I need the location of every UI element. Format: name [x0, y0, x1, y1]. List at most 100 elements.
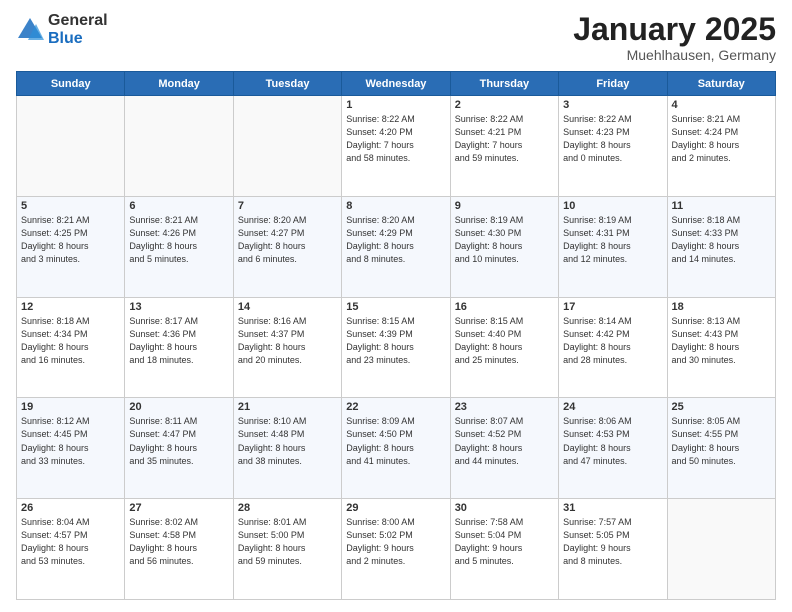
col-wednesday: Wednesday — [342, 72, 450, 96]
calendar-cell: 14 Sunrise: 8:16 AM Sunset: 4:37 PM Dayli… — [233, 297, 341, 398]
calendar-cell: 15 Sunrise: 8:15 AM Sunset: 4:39 PM Dayli… — [342, 297, 450, 398]
day-number: 14 — [238, 301, 337, 313]
logo-general: General — [48, 12, 108, 30]
day-info: Sunrise: 8:18 AM Sunset: 4:34 PM Dayligh… — [21, 315, 120, 367]
day-info: Sunrise: 8:20 AM Sunset: 4:29 PM Dayligh… — [346, 214, 445, 266]
calendar-cell — [667, 499, 775, 600]
day-number: 9 — [455, 200, 554, 212]
calendar-cell: 8Sunrise: 8:20 AM Sunset: 4:29 PM Daylig… — [342, 196, 450, 297]
col-sunday: Sunday — [17, 72, 125, 96]
logo: General Blue — [16, 12, 108, 47]
calendar-cell: 12 Sunrise: 8:18 AM Sunset: 4:34 PM Dayli… — [17, 297, 125, 398]
day-number: 22 — [346, 401, 445, 413]
col-monday: Monday — [125, 72, 233, 96]
calendar-cell: 18Sunrise: 8:13 AM Sunset: 4:43 PM Dayli… — [667, 297, 775, 398]
calendar-week-2: 5 Sunrise: 8:21 AM Sunset: 4:25 PM Daylig… — [17, 196, 776, 297]
day-info: Sunrise: 8:17 AM Sunset: 4:36 PM Dayligh… — [129, 315, 228, 367]
day-number: 21 — [238, 401, 337, 413]
day-info: Sunrise: 8:07 AM Sunset: 4:52 PM Dayligh… — [455, 415, 554, 467]
calendar-cell: 6Sunrise: 8:21 AM Sunset: 4:26 PM Daylig… — [125, 196, 233, 297]
day-number: 10 — [563, 200, 662, 212]
calendar-cell: 2 Sunrise: 8:22 AM Sunset: 4:21 PM Daylig… — [450, 96, 558, 197]
calendar-week-5: 26 Sunrise: 8:04 AM Sunset: 4:57 PM Dayli… — [17, 499, 776, 600]
day-info: Sunrise: 8:12 AM Sunset: 4:45 PM Dayligh… — [21, 415, 120, 467]
day-info: Sunrise: 8:01 AM Sunset: 5:00 PM Dayligh… — [238, 516, 337, 568]
calendar-cell: 27 Sunrise: 8:02 AM Sunset: 4:58 PM Dayli… — [125, 499, 233, 600]
calendar-cell: 10Sunrise: 8:19 AM Sunset: 4:31 PM Dayli… — [559, 196, 667, 297]
col-tuesday: Tuesday — [233, 72, 341, 96]
day-info: Sunrise: 8:14 AM Sunset: 4:42 PM Dayligh… — [563, 315, 662, 367]
day-info: Sunrise: 8:22 AM Sunset: 4:20 PM Dayligh… — [346, 113, 445, 165]
day-info: Sunrise: 8:15 AM Sunset: 4:39 PM Dayligh… — [346, 315, 445, 367]
day-number: 20 — [129, 401, 228, 413]
day-number: 16 — [455, 301, 554, 313]
day-number: 12 — [21, 301, 120, 313]
calendar-cell: 11 Sunrise: 8:18 AM Sunset: 4:33 PM Dayli… — [667, 196, 775, 297]
day-number: 23 — [455, 401, 554, 413]
calendar-cell: 3Sunrise: 8:22 AM Sunset: 4:23 PM Daylig… — [559, 96, 667, 197]
calendar-cell: 7 Sunrise: 8:20 AM Sunset: 4:27 PM Daylig… — [233, 196, 341, 297]
title-location: Muehlhausen, Germany — [573, 47, 776, 63]
calendar-cell: 1 Sunrise: 8:22 AM Sunset: 4:20 PM Daylig… — [342, 96, 450, 197]
day-info: Sunrise: 8:06 AM Sunset: 4:53 PM Dayligh… — [563, 415, 662, 467]
calendar-cell — [233, 96, 341, 197]
day-number: 18 — [672, 301, 771, 313]
day-info: Sunrise: 8:00 AM Sunset: 5:02 PM Dayligh… — [346, 516, 445, 568]
calendar-cell: 5 Sunrise: 8:21 AM Sunset: 4:25 PM Daylig… — [17, 196, 125, 297]
day-info: Sunrise: 7:57 AM Sunset: 5:05 PM Dayligh… — [563, 516, 662, 568]
logo-blue: Blue — [48, 30, 108, 48]
calendar-cell: 17Sunrise: 8:14 AM Sunset: 4:42 PM Dayli… — [559, 297, 667, 398]
col-friday: Friday — [559, 72, 667, 96]
logo-text: General Blue — [48, 12, 108, 47]
day-number: 29 — [346, 502, 445, 514]
day-number: 7 — [238, 200, 337, 212]
calendar-week-1: 1 Sunrise: 8:22 AM Sunset: 4:20 PM Daylig… — [17, 96, 776, 197]
day-number: 2 — [455, 99, 554, 111]
day-info: Sunrise: 8:20 AM Sunset: 4:27 PM Dayligh… — [238, 214, 337, 266]
calendar-cell: 31Sunrise: 7:57 AM Sunset: 5:05 PM Dayli… — [559, 499, 667, 600]
day-info: Sunrise: 8:11 AM Sunset: 4:47 PM Dayligh… — [129, 415, 228, 467]
day-number: 5 — [21, 200, 120, 212]
day-number: 28 — [238, 502, 337, 514]
calendar-cell: 4 Sunrise: 8:21 AM Sunset: 4:24 PM Daylig… — [667, 96, 775, 197]
day-info: Sunrise: 8:19 AM Sunset: 4:30 PM Dayligh… — [455, 214, 554, 266]
day-info: Sunrise: 8:22 AM Sunset: 4:21 PM Dayligh… — [455, 113, 554, 165]
day-number: 27 — [129, 502, 228, 514]
title-month: January 2025 — [573, 12, 776, 47]
calendar-week-4: 19Sunrise: 8:12 AM Sunset: 4:45 PM Dayli… — [17, 398, 776, 499]
calendar-cell: 16 Sunrise: 8:15 AM Sunset: 4:40 PM Dayli… — [450, 297, 558, 398]
day-info: Sunrise: 8:15 AM Sunset: 4:40 PM Dayligh… — [455, 315, 554, 367]
day-number: 13 — [129, 301, 228, 313]
day-number: 11 — [672, 200, 771, 212]
calendar-cell: 23 Sunrise: 8:07 AM Sunset: 4:52 PM Dayli… — [450, 398, 558, 499]
calendar-cell: 26 Sunrise: 8:04 AM Sunset: 4:57 PM Dayli… — [17, 499, 125, 600]
day-info: Sunrise: 8:18 AM Sunset: 4:33 PM Dayligh… — [672, 214, 771, 266]
calendar-cell: 9 Sunrise: 8:19 AM Sunset: 4:30 PM Daylig… — [450, 196, 558, 297]
day-number: 4 — [672, 99, 771, 111]
calendar-cell: 25Sunrise: 8:05 AM Sunset: 4:55 PM Dayli… — [667, 398, 775, 499]
day-info: Sunrise: 8:21 AM Sunset: 4:25 PM Dayligh… — [21, 214, 120, 266]
logo-icon — [16, 16, 44, 44]
day-number: 30 — [455, 502, 554, 514]
day-info: Sunrise: 8:10 AM Sunset: 4:48 PM Dayligh… — [238, 415, 337, 467]
day-info: Sunrise: 8:22 AM Sunset: 4:23 PM Dayligh… — [563, 113, 662, 165]
calendar-cell: 19Sunrise: 8:12 AM Sunset: 4:45 PM Dayli… — [17, 398, 125, 499]
day-number: 26 — [21, 502, 120, 514]
col-thursday: Thursday — [450, 72, 558, 96]
day-number: 15 — [346, 301, 445, 313]
calendar-cell — [17, 96, 125, 197]
calendar-header-row: Sunday Monday Tuesday Wednesday Thursday… — [17, 72, 776, 96]
day-info: Sunrise: 8:04 AM Sunset: 4:57 PM Dayligh… — [21, 516, 120, 568]
day-info: Sunrise: 8:21 AM Sunset: 4:24 PM Dayligh… — [672, 113, 771, 165]
title-block: January 2025 Muehlhausen, Germany — [573, 12, 776, 63]
calendar-cell: 13 Sunrise: 8:17 AM Sunset: 4:36 PM Dayli… — [125, 297, 233, 398]
day-info: Sunrise: 8:16 AM Sunset: 4:37 PM Dayligh… — [238, 315, 337, 367]
col-saturday: Saturday — [667, 72, 775, 96]
day-info: Sunrise: 7:58 AM Sunset: 5:04 PM Dayligh… — [455, 516, 554, 568]
header: General Blue January 2025 Muehlhausen, G… — [16, 12, 776, 63]
calendar-cell: 29 Sunrise: 8:00 AM Sunset: 5:02 PM Dayli… — [342, 499, 450, 600]
day-number: 25 — [672, 401, 771, 413]
day-info: Sunrise: 8:02 AM Sunset: 4:58 PM Dayligh… — [129, 516, 228, 568]
day-number: 1 — [346, 99, 445, 111]
calendar-cell: 24Sunrise: 8:06 AM Sunset: 4:53 PM Dayli… — [559, 398, 667, 499]
